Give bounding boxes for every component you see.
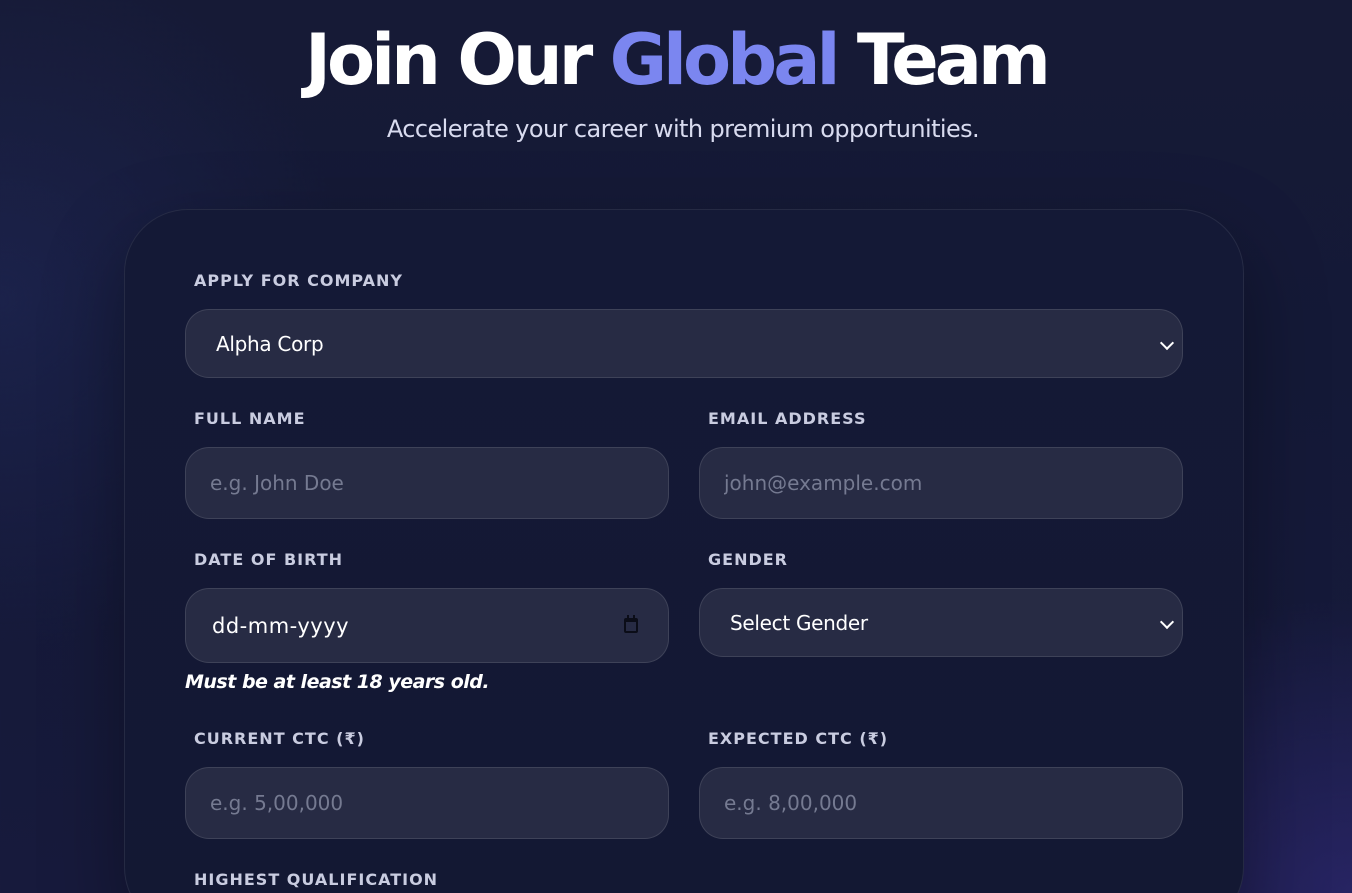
company-select[interactable]: Alpha Corp [185, 309, 1183, 378]
title-accent: Global [609, 19, 841, 101]
dob-label: DATE OF BIRTH [194, 550, 343, 569]
current-ctc-input[interactable] [185, 767, 669, 839]
full-name-label: FULL NAME [194, 409, 306, 428]
company-label: APPLY FOR COMPANY [194, 271, 403, 290]
gender-select[interactable]: Select Gender [699, 588, 1183, 657]
gender-label: GENDER [708, 550, 788, 569]
email-input[interactable] [699, 447, 1183, 519]
page-subtitle: Accelerate your career with premium oppo… [386, 115, 980, 143]
title-part2: Team [856, 19, 1051, 101]
current-ctc-label: CURRENT CTC (₹) [194, 729, 365, 748]
calendar-icon[interactable] [624, 614, 638, 633]
chevron-down-icon [1159, 614, 1175, 629]
dob-hint: Must be at least 18 years old. [185, 671, 490, 693]
title-part1: Join Our [305, 19, 593, 101]
email-label: EMAIL ADDRESS [708, 409, 867, 428]
qualification-label: HIGHEST QUALIFICATION [194, 870, 439, 889]
expected-ctc-input[interactable] [699, 767, 1183, 839]
company-select-value: Alpha Corp [216, 331, 324, 356]
dob-input-value: dd-mm-yyyy [212, 613, 350, 638]
full-name-input[interactable] [185, 447, 669, 519]
dob-input[interactable]: dd-mm-yyyy [185, 588, 669, 663]
expected-ctc-label: EXPECTED CTC (₹) [708, 729, 889, 748]
page-title: Join Our Global Team [0, 18, 1352, 102]
gender-select-value: Select Gender [730, 610, 868, 635]
chevron-down-icon [1159, 335, 1175, 350]
